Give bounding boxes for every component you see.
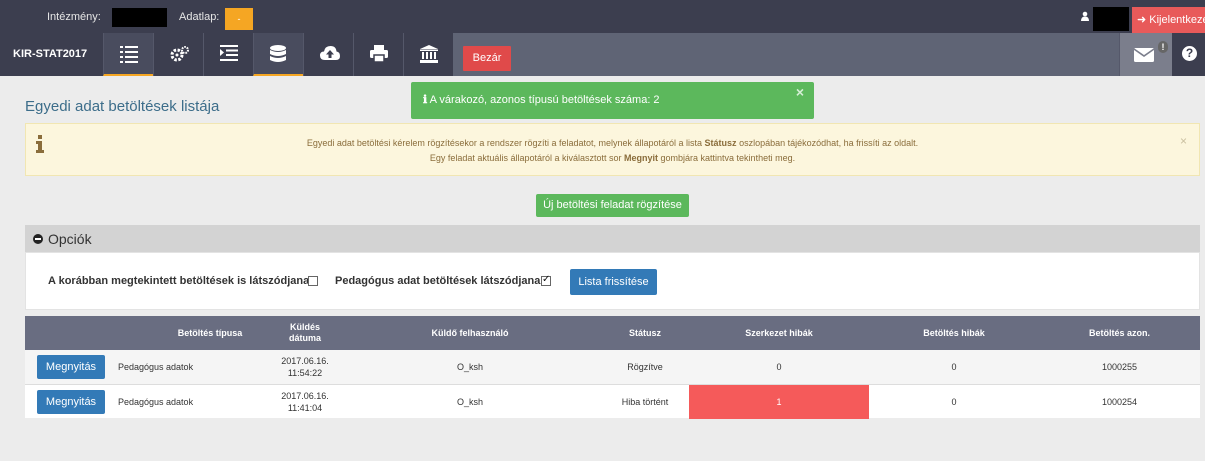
datasheet-label: Adatlap:: [179, 11, 220, 23]
alert-line-2: Egy feladat aktuális állapotáról a kivál…: [429, 153, 796, 163]
list-icon: [120, 46, 138, 63]
teacher-loads-checkbox[interactable]: [541, 274, 551, 286]
info-icon: ℹ: [423, 94, 428, 106]
sign-out-icon: ➜: [1137, 14, 1150, 26]
notification-badge: !: [1158, 41, 1168, 53]
print-icon: [370, 45, 388, 62]
open-button[interactable]: Megnyitás: [37, 390, 105, 414]
alert-close-icon[interactable]: ×: [1180, 134, 1187, 148]
show-viewed-checkbox[interactable]: [308, 276, 318, 286]
notification-toast: ℹ A várakozó, azonos típusú betöltések s…: [411, 82, 814, 119]
institution-selector[interactable]: [112, 8, 167, 27]
question-icon: ?: [1182, 46, 1197, 61]
page-title: Egyedi adat betöltések listája: [25, 98, 220, 115]
toast-close-icon[interactable]: ×: [796, 74, 804, 111]
user-icon: [1081, 11, 1089, 21]
cogs-icon: [170, 46, 189, 62]
institution-label: Intézmény:: [47, 11, 101, 23]
nav-upload-button[interactable]: [303, 33, 353, 76]
header-load-errors[interactable]: Betöltés hibák: [869, 316, 1039, 350]
new-load-task-button[interactable]: Új betöltési feladat rögzítése: [536, 194, 689, 217]
cell-struct-errors: 1: [689, 385, 869, 419]
header-user[interactable]: Küldő felhasználó: [370, 316, 570, 350]
cell-type: Pedagógus adatok: [118, 397, 194, 407]
close-button[interactable]: Bezár: [463, 46, 511, 71]
institution-icon: [420, 45, 438, 63]
cell-date: 2017.06.16. 11:54:22: [281, 356, 329, 378]
cell-load-errors: 0: [951, 362, 957, 372]
open-button[interactable]: Megnyitás: [37, 355, 105, 379]
database-icon: [270, 45, 286, 62]
cell-user: O_ksh: [456, 397, 483, 407]
messages-button[interactable]: !: [1119, 33, 1172, 76]
cell-load-errors: 0: [951, 397, 957, 407]
nav-print-button[interactable]: [353, 33, 403, 76]
nav-indent-button[interactable]: [203, 33, 253, 76]
table-row: Megnyitás Pedagógus adatok 2017.06.16. 11…: [25, 350, 1200, 384]
options-title: Opciók: [48, 231, 92, 247]
refresh-list-button[interactable]: Lista frissítése: [570, 269, 657, 295]
options-panel: A korábban megtekintett betöltések is lá…: [25, 252, 1200, 310]
toast-message: A várakozó, azonos típusú betöltések szá…: [429, 94, 660, 106]
nav-settings-button[interactable]: [153, 33, 203, 76]
header-load-id[interactable]: Betöltés azon.: [1039, 316, 1200, 350]
nav-database-button[interactable]: [253, 33, 303, 76]
cell-date: 2017.06.16. 11:41:04: [281, 391, 329, 413]
cell-type: Pedagógus adatok: [118, 362, 194, 372]
help-button[interactable]: ?: [1172, 33, 1205, 76]
nav-institution-button[interactable]: [403, 33, 453, 76]
minus-circle-icon: [33, 234, 43, 244]
top-bar: Intézmény: Adatlap: - ➜ Kijelentkezés: [0, 0, 1205, 33]
cell-load-id: 1000255: [1101, 362, 1138, 372]
brand-label: KIR-STAT2017: [0, 33, 103, 76]
nav-list-button[interactable]: [103, 33, 153, 76]
nav-bar: KIR-STAT2017 Bezár ! ?: [0, 33, 1205, 76]
header-date[interactable]: Küldés dátuma: [265, 316, 345, 350]
alert-line-1: Egyedi adat betöltési kérelem rögzítések…: [306, 138, 919, 148]
table-row: Megnyitás Pedagógus adatok 2017.06.16. 11…: [25, 384, 1200, 419]
datasheet-dropdown[interactable]: -: [225, 8, 253, 30]
show-viewed-label: A korábban megtekintett betöltések is lá…: [48, 275, 316, 287]
info-alert: Egyedi adat betöltési kérelem rögzítések…: [25, 123, 1200, 176]
logout-button[interactable]: ➜ Kijelentkezés: [1132, 7, 1205, 33]
teacher-loads-label: Pedagógus adat betöltések látszódjanak: [335, 275, 547, 287]
options-panel-header[interactable]: Opciók: [25, 225, 1200, 252]
header-struct-errors[interactable]: Szerkezet hibák: [689, 316, 869, 350]
envelope-icon: [1134, 48, 1154, 62]
indent-icon: [220, 45, 238, 61]
cell-struct-errors: 0: [776, 362, 782, 372]
table-header: Betöltés típusa Küldés dátuma Küldő felh…: [25, 316, 1200, 350]
cell-load-id: 1000254: [1101, 397, 1138, 407]
cell-user: O_ksh: [456, 362, 483, 372]
username-display: [1093, 7, 1129, 31]
cloud-upload-icon: [320, 46, 340, 60]
